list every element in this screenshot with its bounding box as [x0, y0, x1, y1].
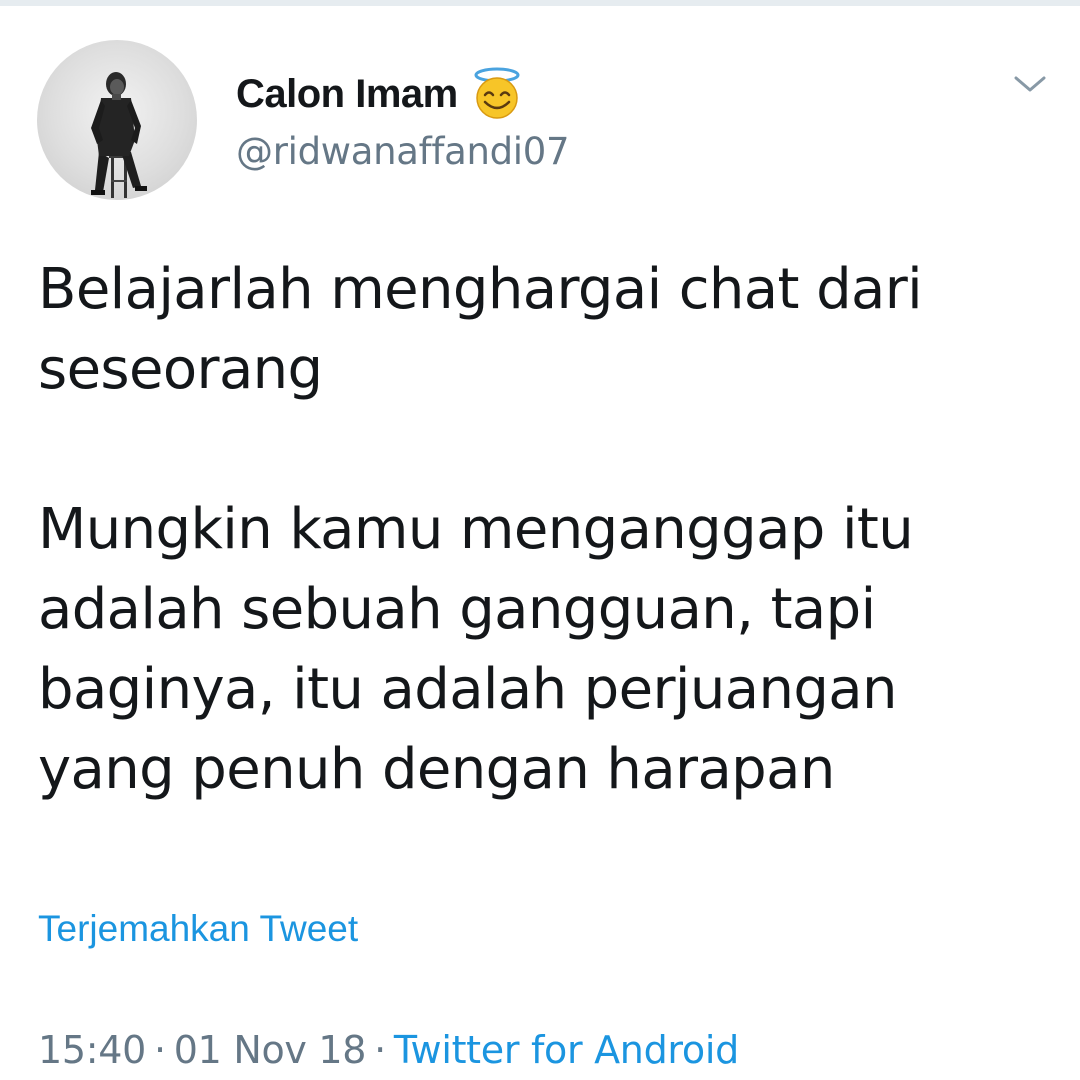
- top-divider: [0, 0, 1080, 6]
- author-name-row[interactable]: Calon Imam: [236, 66, 524, 122]
- user-handle[interactable]: @ridwanaffandi07: [236, 130, 570, 173]
- tweet-meta: 15:40 · 01 Nov 18 · Twitter for Android: [38, 1028, 739, 1072]
- avatar-photo-icon: [91, 72, 147, 198]
- translate-tweet-link[interactable]: Terjemahkan Tweet: [38, 908, 358, 950]
- tweet-paragraph: Mungkin kamu menganggap itu adalah sebua…: [38, 497, 914, 802]
- meta-separator: ·: [374, 1028, 386, 1072]
- tweet-date[interactable]: 01 Nov 18: [174, 1028, 367, 1072]
- tweet-screen: Calon Imam @ridwanaffandi07 Belajarlah m…: [0, 0, 1080, 1080]
- tweet-time: 15:40: [38, 1028, 147, 1072]
- tweet-source-link[interactable]: Twitter for Android: [394, 1028, 739, 1072]
- tweet-paragraph: Belajarlah menghargai chat dari seseoran…: [38, 257, 923, 402]
- smiling-face-with-halo-icon: [470, 67, 524, 121]
- display-name[interactable]: Calon Imam: [236, 72, 458, 117]
- chevron-down-icon[interactable]: [1012, 72, 1048, 96]
- avatar[interactable]: [37, 40, 197, 200]
- tweet-text: Belajarlah menghargai chat dari seseoran…: [38, 250, 1048, 810]
- meta-separator: ·: [154, 1028, 166, 1072]
